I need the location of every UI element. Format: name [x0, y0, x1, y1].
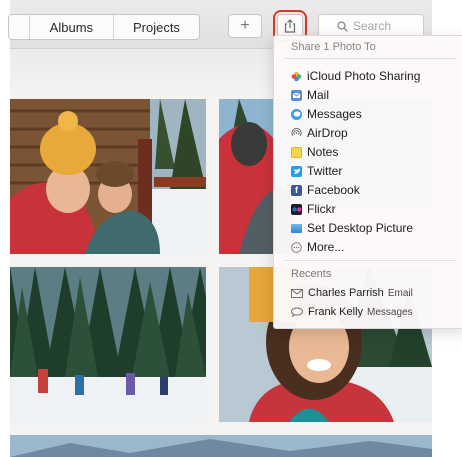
flickr-icon	[291, 203, 302, 215]
recent-contact-name: Frank Kelly	[308, 306, 364, 318]
search-icon	[337, 20, 348, 32]
more-icon	[291, 241, 302, 253]
recent-frank-kelly[interactable]: Frank Kelly Messages	[291, 306, 413, 318]
share-item-notes[interactable]: Notes	[291, 143, 338, 161]
tab-albums[interactable]: Albums	[28, 15, 113, 39]
share-item-label: AirDrop	[307, 126, 348, 140]
photo-kids-forest[interactable]	[10, 267, 206, 422]
photo-family-cabin[interactable]	[10, 99, 206, 254]
add-button[interactable]: +	[228, 14, 262, 38]
share-item-facebook[interactable]: f Facebook	[291, 181, 360, 199]
airdrop-icon	[291, 127, 302, 139]
recent-service: Messages	[367, 306, 413, 318]
share-item-label: Set Desktop Picture	[307, 221, 414, 235]
share-item-label: Notes	[307, 145, 339, 159]
share-item-mail[interactable]: Mail	[291, 86, 329, 104]
share-item-desktop-picture[interactable]: Set Desktop Picture	[291, 219, 413, 237]
share-popover: Share 1 Photo To iCloud Photo Sharing Ma…	[273, 35, 462, 329]
share-item-label: Twitter	[307, 164, 343, 178]
share-item-label: iCloud Photo Sharing	[307, 69, 421, 83]
desktop-picture-icon	[291, 223, 302, 233]
recent-service: Email	[387, 287, 413, 299]
icloud-photo-sharing-icon	[291, 71, 302, 82]
share-item-flickr[interactable]: Flickr	[291, 200, 336, 218]
tab-previous[interactable]	[9, 15, 29, 39]
recent-contact-name: Charles Parrish	[308, 287, 384, 299]
messages-icon	[291, 108, 302, 120]
share-item-airdrop[interactable]: AirDrop	[291, 124, 348, 142]
notes-icon	[291, 146, 302, 158]
share-item-more[interactable]: More...	[291, 238, 344, 256]
share-item-icloud[interactable]: iCloud Photo Sharing	[291, 67, 420, 85]
view-segmented-control: Albums Projects	[8, 14, 200, 40]
share-icon	[284, 19, 296, 33]
search-placeholder: Search	[353, 19, 392, 33]
facebook-icon: f	[291, 184, 302, 196]
mail-icon	[291, 89, 302, 101]
share-item-label: Facebook	[307, 183, 360, 197]
share-popover-title: Share 1 Photo To	[291, 41, 376, 53]
share-item-label: Mail	[307, 88, 330, 102]
recents-heading: Recents	[291, 268, 332, 280]
share-item-label: More...	[307, 240, 345, 254]
photo-mountains[interactable]	[10, 435, 432, 457]
divider	[284, 260, 456, 261]
share-item-twitter[interactable]: Twitter	[291, 162, 342, 180]
tab-projects[interactable]: Projects	[112, 15, 199, 39]
envelope-icon	[291, 288, 303, 298]
recent-charles-parrish[interactable]: Charles Parrish Email	[291, 287, 413, 299]
share-item-messages[interactable]: Messages	[291, 105, 362, 123]
share-item-label: Messages	[307, 107, 362, 121]
twitter-icon	[291, 165, 302, 177]
divider	[284, 58, 456, 59]
speech-bubble-icon	[291, 307, 303, 317]
share-item-label: Flickr	[307, 202, 336, 216]
